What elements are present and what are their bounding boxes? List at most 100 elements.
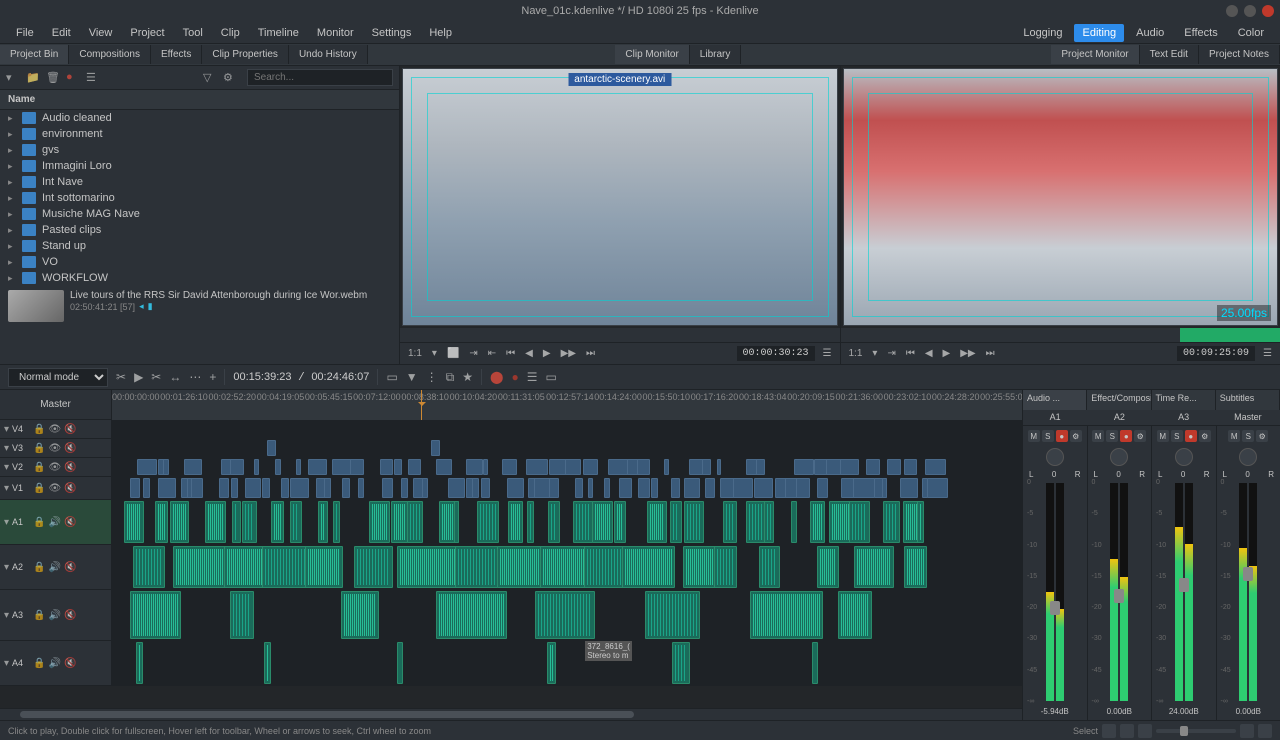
- mute-icon[interactable]: 🔇: [64, 483, 76, 494]
- lock-icon[interactable]: 🔒: [33, 462, 45, 473]
- volume-fader[interactable]: [1050, 601, 1060, 615]
- bin-folder[interactable]: ▸Audio cleaned: [0, 110, 399, 126]
- audio-clip[interactable]: [714, 546, 738, 588]
- video-clip[interactable]: [382, 478, 393, 498]
- record-button[interactable]: ●: [1120, 430, 1132, 442]
- clip-timecode[interactable]: 00:00:30:23: [737, 346, 815, 361]
- eye-icon[interactable]: 👁: [48, 443, 61, 454]
- play-icon[interactable]: ▶: [541, 348, 553, 359]
- dots-icon[interactable]: ⋯: [189, 370, 201, 384]
- sort-icon[interactable]: ⚙: [223, 71, 237, 85]
- next-frame-icon[interactable]: ▶▶: [559, 348, 578, 359]
- video-clip[interactable]: [866, 459, 880, 475]
- bin-folder[interactable]: ▸environment: [0, 126, 399, 142]
- video-clip[interactable]: [796, 478, 809, 498]
- audio-clip[interactable]: [318, 501, 328, 543]
- lock-icon[interactable]: 🔒: [33, 610, 45, 621]
- zoom-ratio[interactable]: 1:1: [847, 348, 865, 359]
- bin-folder[interactable]: ▸Immagini Loro: [0, 158, 399, 174]
- fx-button[interactable]: ⚙: [1134, 430, 1146, 442]
- audio-clip[interactable]: [812, 642, 818, 684]
- chevron-down-icon[interactable]: ▾: [4, 658, 9, 669]
- video-clip[interactable]: [481, 478, 490, 498]
- video-clip[interactable]: [927, 478, 947, 498]
- audio-clip[interactable]: [205, 501, 225, 543]
- video-clip[interactable]: [882, 478, 887, 498]
- clip-monitor-scrubber[interactable]: [400, 328, 840, 342]
- lock-icon[interactable]: 🔒: [33, 483, 45, 494]
- menu-icon[interactable]: ☰: [821, 348, 834, 359]
- lock-icon[interactable]: 🔒: [33, 658, 45, 669]
- audio-clip[interactable]: [622, 546, 676, 588]
- menu-clip[interactable]: Clip: [213, 24, 248, 42]
- bin-folder[interactable]: ▸Musiche MAG Nave: [0, 206, 399, 222]
- search-input[interactable]: [247, 69, 393, 86]
- new-folder-icon[interactable]: 📁: [26, 71, 40, 85]
- video-clip[interactable]: [702, 459, 711, 475]
- audio-clip[interactable]: [124, 501, 144, 543]
- eye-icon[interactable]: 👁: [48, 424, 61, 435]
- menu-project[interactable]: Project: [122, 24, 172, 42]
- video-clip[interactable]: [408, 459, 420, 475]
- audio-clip[interactable]: [573, 501, 593, 543]
- video-clip[interactable]: [332, 459, 352, 475]
- audio-clip[interactable]: [436, 591, 506, 639]
- video-clip[interactable]: [619, 478, 631, 498]
- audio-clip[interactable]: [817, 546, 838, 588]
- video-clip[interactable]: [651, 478, 658, 498]
- video-clip[interactable]: [583, 459, 599, 475]
- mute-button[interactable]: M: [1028, 430, 1040, 442]
- volume-fader[interactable]: [1114, 589, 1124, 603]
- tab-clip-monitor[interactable]: Clip Monitor: [615, 45, 689, 64]
- playhead[interactable]: [421, 390, 422, 420]
- bin-clip-item[interactable]: Live tours of the RRS Sir David Attenbor…: [0, 286, 399, 326]
- video-clip[interactable]: [671, 478, 679, 498]
- rewind-icon[interactable]: ⏮: [504, 348, 517, 359]
- menu-monitor[interactable]: Monitor: [309, 24, 362, 42]
- lock-icon[interactable]: 🔒: [33, 424, 45, 435]
- guides-icon[interactable]: ⋮: [426, 370, 438, 384]
- video-clip[interactable]: [290, 478, 309, 498]
- audio-clip[interactable]: [838, 591, 872, 639]
- project-monitor-view[interactable]: 25.00fps: [843, 68, 1279, 326]
- audio-clip[interactable]: [917, 501, 924, 543]
- audio-clip[interactable]: [155, 501, 168, 543]
- audio-clip[interactable]: [764, 501, 774, 543]
- video-clip[interactable]: [684, 478, 699, 498]
- bin-folder[interactable]: ▸Int Nave: [0, 174, 399, 190]
- video-clip[interactable]: [549, 478, 559, 498]
- audio-clip[interactable]: [333, 501, 340, 543]
- audio-clip[interactable]: [723, 501, 737, 543]
- video-clip[interactable]: [358, 478, 364, 498]
- speaker-icon[interactable]: 🔊: [48, 517, 60, 528]
- video-clip[interactable]: [448, 478, 465, 498]
- audio-clip[interactable]: [849, 501, 870, 543]
- bin-folder[interactable]: ▸WORKFLOW: [0, 270, 399, 286]
- record-icon[interactable]: ⬤: [490, 370, 503, 384]
- audio-clip[interactable]: [133, 546, 165, 588]
- volume-fader[interactable]: [1243, 567, 1253, 581]
- tab-compositions[interactable]: Compositions: [69, 45, 151, 64]
- rewind-icon[interactable]: ⏮: [904, 348, 917, 359]
- audio-clip[interactable]: [454, 501, 459, 543]
- prev-frame-icon[interactable]: ◀: [523, 348, 535, 359]
- menu-settings[interactable]: Settings: [364, 24, 420, 42]
- video-clip[interactable]: [275, 459, 281, 475]
- video-clip[interactable]: [231, 478, 238, 498]
- options-icon[interactable]: [1258, 724, 1272, 738]
- video-clip[interactable]: [526, 459, 548, 475]
- record-button[interactable]: ●: [1185, 430, 1197, 442]
- menu-icon[interactable]: ☰: [1261, 348, 1274, 359]
- track-head[interactable]: ▾A4🔒🔊🔇: [0, 641, 112, 685]
- menu-timeline[interactable]: Timeline: [250, 24, 307, 42]
- track-head[interactable]: ▾V4🔒👁🔇: [0, 420, 112, 438]
- video-clip[interactable]: [130, 478, 140, 498]
- audio-clip[interactable]: [397, 642, 403, 684]
- zoom-fit-icon[interactable]: [1240, 724, 1254, 738]
- audio-clip[interactable]: [759, 546, 780, 588]
- audio-clip[interactable]: [136, 642, 143, 684]
- audio-clip[interactable]: [407, 501, 423, 543]
- video-clip[interactable]: [296, 459, 302, 475]
- audio-clip[interactable]: [614, 501, 626, 543]
- fx-button[interactable]: ⚙: [1199, 430, 1211, 442]
